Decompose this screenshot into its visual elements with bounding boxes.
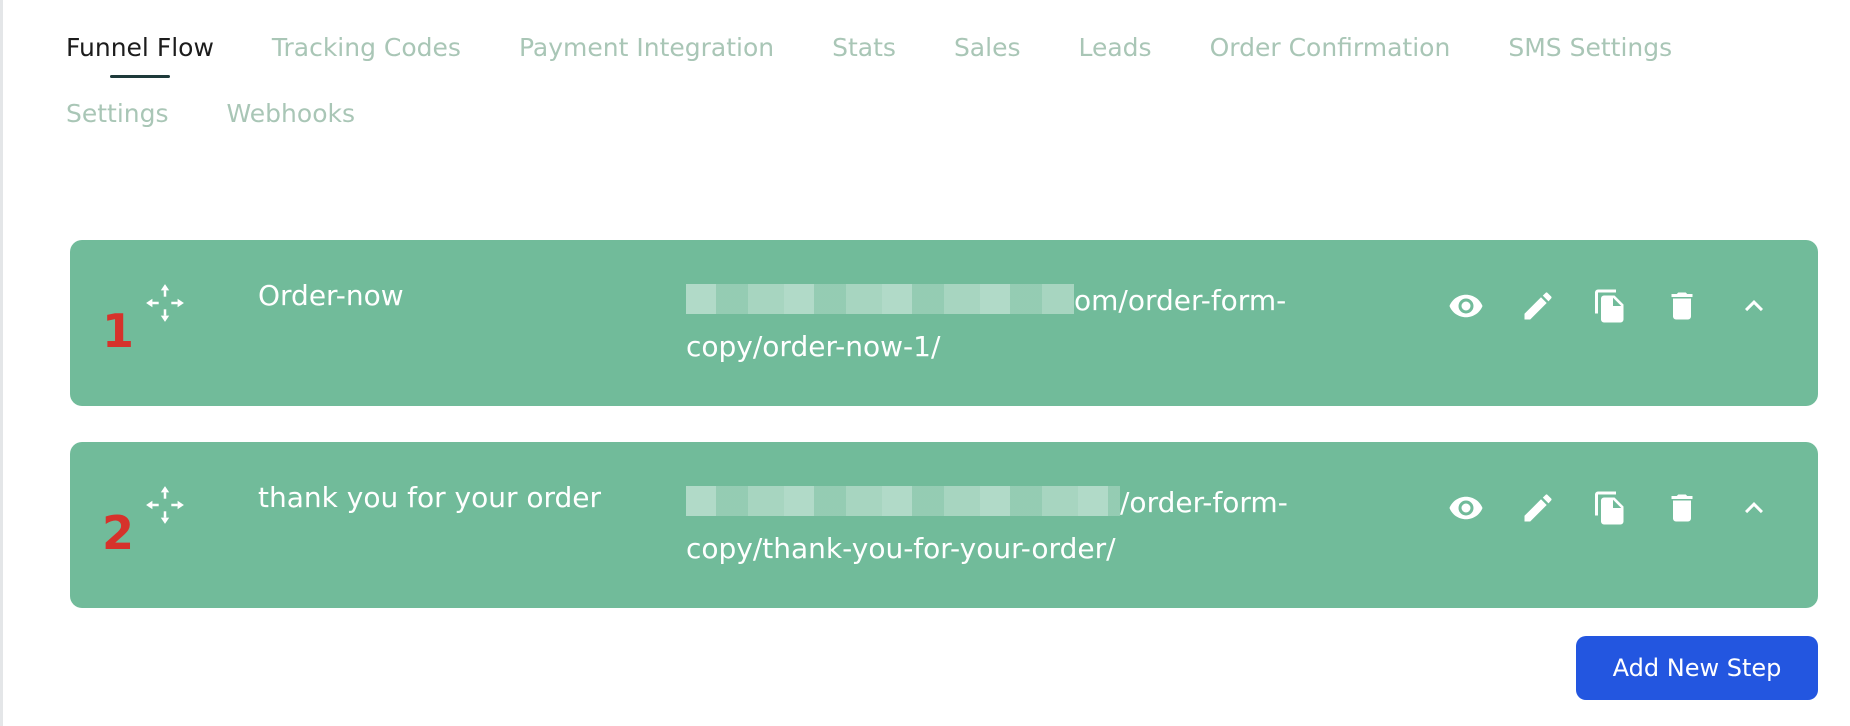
- redacted-domain: [686, 284, 1074, 314]
- tab-funnel-flow[interactable]: Funnel Flow: [66, 30, 214, 78]
- funnel-step: 1 Order-now om/order-form- copy/order-no…: [70, 240, 1818, 406]
- tab-sales[interactable]: Sales: [954, 30, 1021, 66]
- pencil-icon[interactable]: [1518, 488, 1558, 528]
- eye-icon[interactable]: [1446, 286, 1486, 326]
- trash-icon[interactable]: [1662, 488, 1702, 528]
- trash-icon[interactable]: [1662, 286, 1702, 326]
- step-number: 1: [102, 304, 135, 358]
- move-icon[interactable]: [144, 282, 186, 324]
- url-path-part: om/order-form-: [1074, 284, 1287, 317]
- step-number: 2: [102, 506, 135, 560]
- url-line-1: /order-form-: [686, 480, 1326, 526]
- copy-icon[interactable]: [1590, 286, 1630, 326]
- add-new-step-button[interactable]: Add New Step: [1576, 636, 1818, 700]
- tab-payment-integration[interactable]: Payment Integration: [519, 30, 774, 66]
- pencil-icon[interactable]: [1518, 286, 1558, 326]
- chevron-up-icon[interactable]: [1734, 488, 1774, 528]
- tab-leads[interactable]: Leads: [1078, 30, 1151, 66]
- step-actions: [1446, 286, 1774, 326]
- tab-settings[interactable]: Settings: [66, 96, 169, 132]
- step-name: thank you for your order: [258, 481, 602, 514]
- step-url[interactable]: om/order-form- copy/order-now-1/: [686, 278, 1326, 370]
- tab-bar: Funnel Flow Tracking Codes Payment Integ…: [66, 30, 1806, 132]
- url-path-part: /order-form-: [1120, 486, 1288, 519]
- tab-sms-settings[interactable]: SMS Settings: [1508, 30, 1672, 66]
- copy-icon[interactable]: [1590, 488, 1630, 528]
- redacted-domain: [686, 486, 1120, 516]
- chevron-up-icon[interactable]: [1734, 286, 1774, 326]
- url-line-1: om/order-form-: [686, 278, 1326, 324]
- url-line-2: copy/thank-you-for-your-order/: [686, 532, 1116, 565]
- step-url[interactable]: /order-form- copy/thank-you-for-your-ord…: [686, 480, 1326, 572]
- eye-icon[interactable]: [1446, 488, 1486, 528]
- funnel-steps-list: 1 Order-now om/order-form- copy/order-no…: [70, 240, 1818, 644]
- tab-stats[interactable]: Stats: [832, 30, 896, 66]
- step-actions: [1446, 488, 1774, 528]
- tab-order-confirmation[interactable]: Order Confirmation: [1210, 30, 1451, 66]
- page-left-border: [0, 0, 3, 726]
- move-icon[interactable]: [144, 484, 186, 526]
- tab-tracking-codes[interactable]: Tracking Codes: [272, 30, 461, 66]
- funnel-step: 2 thank you for your order /order-form- …: [70, 442, 1818, 608]
- step-name: Order-now: [258, 279, 404, 312]
- tab-webhooks[interactable]: Webhooks: [227, 96, 355, 132]
- url-line-2: copy/order-now-1/: [686, 330, 941, 363]
